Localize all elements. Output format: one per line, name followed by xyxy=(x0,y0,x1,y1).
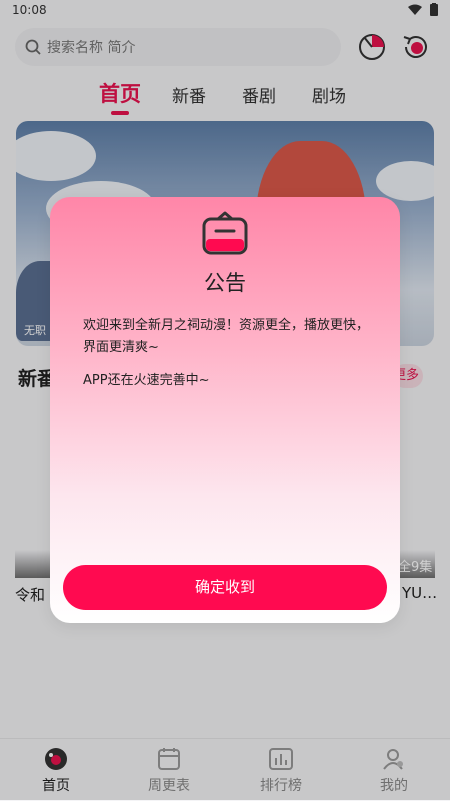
confirm-button[interactable]: 确定收到 xyxy=(63,565,387,610)
dialog-title: 公告 xyxy=(204,271,246,295)
announcement-dialog: 公告 欢迎来到全新月之祠动漫！资源更全，播放更快，界面更清爽~ APP还在火速完… xyxy=(50,197,400,623)
dialog-message: APP还在火速完善中~ xyxy=(83,373,210,388)
announcement-box-icon xyxy=(202,211,248,255)
dialog-message: 欢迎来到全新月之祠动漫！资源更全，播放更快，界面更清爽~ xyxy=(83,318,370,355)
